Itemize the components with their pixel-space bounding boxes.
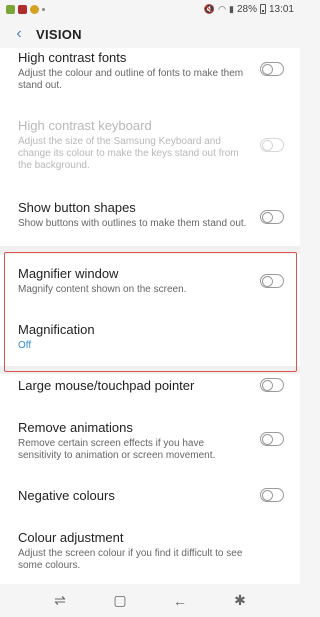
status-left-icons: [6, 4, 45, 14]
setting-title: Remove animations: [18, 420, 133, 435]
back-arrow-icon[interactable]: ‹: [10, 25, 28, 43]
status-right-icons: 🔇 ◠ ▮ 28% 13:01: [204, 4, 294, 15]
toggle-switch[interactable]: [260, 210, 284, 224]
section-divider: [0, 246, 300, 254]
section-divider: [0, 366, 300, 374]
back-icon[interactable]: ←: [165, 586, 195, 616]
setting-negative-colours[interactable]: Negative colours: [0, 488, 300, 504]
status-bar: 🔇 ◠ ▮ 28% 13:01: [0, 0, 300, 18]
setting-subtitle: Magnify content shown on the screen.: [18, 284, 187, 295]
setting-magnifier-window[interactable]: Magnifier window Magnify content shown o…: [0, 266, 300, 296]
setting-title: Show button shapes: [18, 200, 136, 215]
setting-value: Off: [18, 340, 32, 351]
notification-icon: [30, 4, 39, 14]
battery-icon: [259, 4, 266, 14]
setting-subtitle: Adjust the size of the Samsung Keyboard …: [18, 136, 239, 171]
setting-high-contrast-keyboard: High contrast keyboard Adjust the size o…: [0, 118, 300, 172]
toggle-switch[interactable]: [260, 274, 284, 288]
setting-subtitle: Show buttons with outlines to make them …: [18, 218, 247, 229]
clock: 13:01: [268, 3, 294, 15]
setting-magnification[interactable]: Magnification Off: [0, 322, 300, 352]
toggle-switch[interactable]: [260, 378, 284, 392]
toggle-switch: [260, 138, 284, 152]
setting-title: Magnifier window: [18, 266, 119, 281]
setting-title: High contrast fonts: [18, 50, 127, 65]
navigation-bar: ⇌ ▢ ← ✱: [0, 584, 300, 617]
page-title: VISION: [36, 26, 82, 42]
battery-percent: 28%: [236, 3, 257, 15]
settings-list: High contrast fonts Adjust the colour an…: [0, 48, 300, 584]
setting-colour-adjustment[interactable]: Colour adjustment Adjust the screen colo…: [0, 530, 300, 572]
more-icon: [42, 7, 45, 11]
wifi-icon: ◠: [218, 3, 226, 14]
toggle-switch[interactable]: [260, 432, 284, 446]
home-icon[interactable]: ▢: [105, 586, 135, 616]
youtube-icon: [18, 4, 27, 14]
setting-title: Large mouse/touchpad pointer: [18, 378, 195, 393]
signal-icon: ▮: [229, 3, 234, 14]
setting-high-contrast-fonts[interactable]: High contrast fonts Adjust the colour an…: [0, 50, 300, 92]
setting-remove-animations[interactable]: Remove animations Remove certain screen …: [0, 420, 300, 462]
setting-title: Negative colours: [18, 488, 115, 503]
app-icon: [6, 4, 15, 14]
setting-show-button-shapes[interactable]: Show button shapes Show buttons with out…: [0, 200, 300, 230]
setting-subtitle: Adjust the colour and outline of fonts t…: [18, 68, 244, 91]
toggle-switch[interactable]: [260, 488, 284, 502]
app-header: ‹ VISION: [0, 20, 300, 48]
recents-icon[interactable]: ⇌: [45, 586, 75, 616]
setting-title: Colour adjustment: [18, 530, 124, 545]
setting-title: High contrast keyboard: [18, 118, 152, 133]
accessibility-icon[interactable]: ✱: [225, 586, 255, 616]
setting-title: Magnification: [18, 322, 95, 337]
toggle-switch[interactable]: [260, 62, 284, 76]
setting-large-pointer[interactable]: Large mouse/touchpad pointer: [0, 378, 300, 394]
setting-subtitle: Remove certain screen effects if you hav…: [18, 438, 216, 461]
mute-icon: 🔇: [203, 3, 216, 14]
setting-subtitle: Adjust the screen colour if you find it …: [18, 548, 243, 571]
